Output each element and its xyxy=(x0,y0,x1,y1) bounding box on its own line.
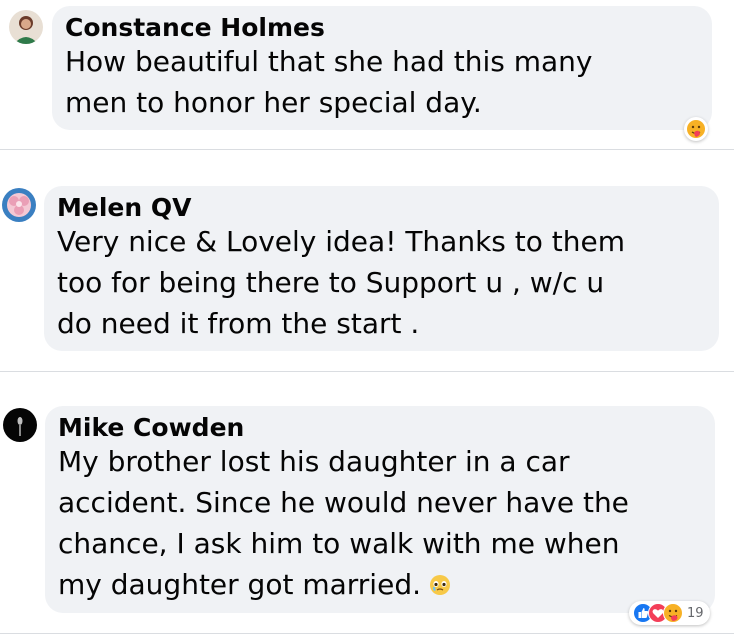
reaction-summary[interactable]: 19 xyxy=(629,601,710,625)
reaction-summary[interactable] xyxy=(684,117,708,141)
avatar[interactable] xyxy=(9,10,43,44)
comment-author[interactable]: Melen QV xyxy=(57,193,191,223)
comment-author[interactable]: Constance Holmes xyxy=(65,13,325,43)
comment-author[interactable]: Mike Cowden xyxy=(58,413,244,443)
teary-eyes-emoji-icon xyxy=(430,575,450,595)
divider xyxy=(0,633,734,634)
comment-text: My brother lost his daughter in a car ac… xyxy=(58,441,629,605)
comment-bubble: Constance Holmes How beautiful that she … xyxy=(52,6,712,130)
comment-mike-cowden: Mike Cowden My brother lost his daughter… xyxy=(0,372,734,636)
avatar[interactable] xyxy=(2,188,36,222)
comment-bubble: Melen QV Very nice & Lovely idea! Thanks… xyxy=(44,186,719,351)
dark-profile-icon xyxy=(3,408,37,442)
care-react-icon xyxy=(687,120,705,138)
comment-bubble: Mike Cowden My brother lost his daughter… xyxy=(45,406,715,613)
flower-profile-icon xyxy=(2,188,36,222)
comment-text-body: My brother lost his daughter in a car ac… xyxy=(58,445,629,601)
care-react-icon xyxy=(663,603,683,623)
avatar[interactable] xyxy=(3,408,37,442)
comment-text: Very nice & Lovely idea! Thanks to them … xyxy=(57,225,626,340)
comment-melen-qv: Melen QV Very nice & Lovely idea! Thanks… xyxy=(0,150,734,372)
reaction-count: 19 xyxy=(687,605,704,621)
comment-constance-holmes: Constance Holmes How beautiful that she … xyxy=(0,0,734,150)
comment-text: How beautiful that she had this many men… xyxy=(65,45,593,119)
profile-photo-icon xyxy=(9,10,43,44)
